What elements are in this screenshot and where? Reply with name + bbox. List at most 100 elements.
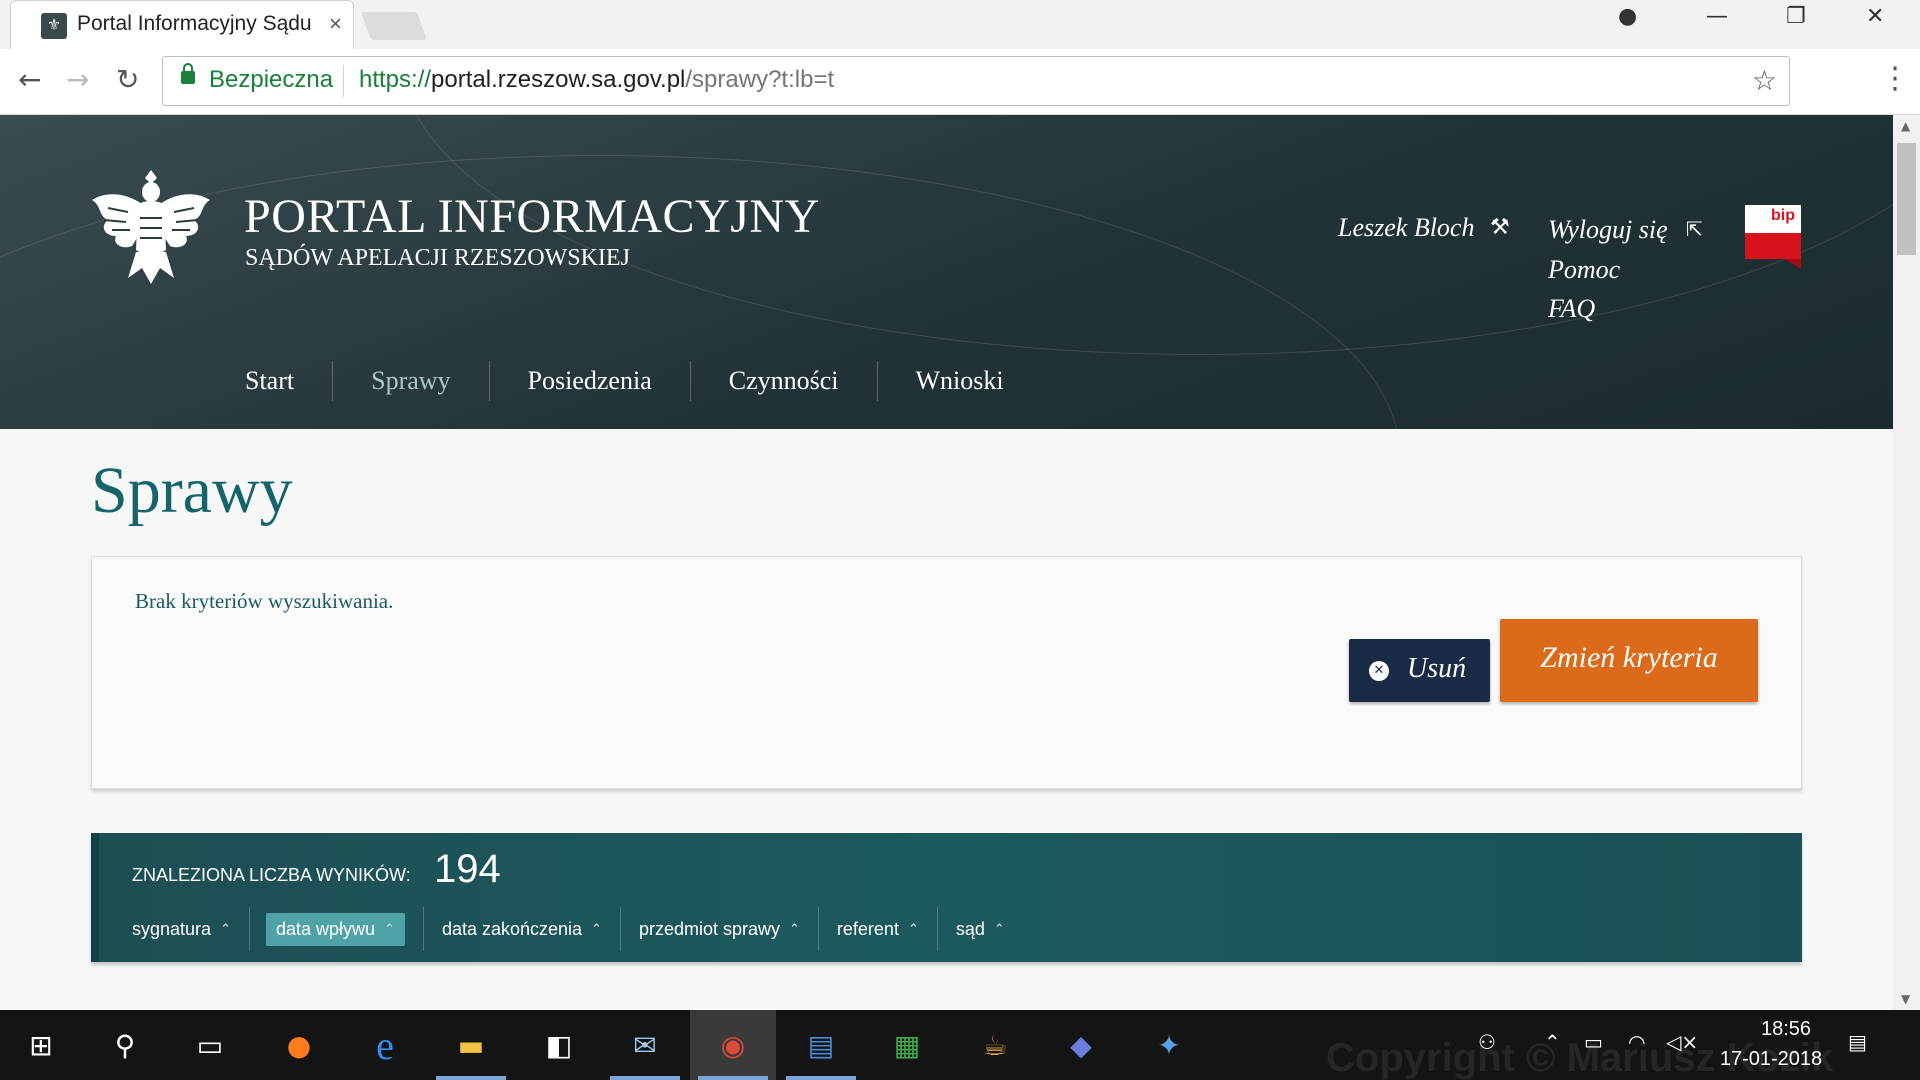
results-count-label: ZNALEZIONA LICZBA WYNIKÓW: [132,865,411,885]
sort-data-zakonczenia[interactable]: data zakończenia ⌃ [442,919,602,940]
tray-chevron-icon[interactable]: ⌃ [1544,1030,1561,1054]
sort-separator [248,907,250,951]
url-separator [343,65,344,97]
results-header: ZNALEZIONA LICZBA WYNIKÓW: 194 sygnatura… [91,833,1802,962]
sort-up-icon: ⌃ [384,921,395,937]
site-subtitle: SĄDÓW APELACJI RZESZOWSKIEJ [245,245,630,271]
task-view-icon[interactable]: ▭ [187,1022,233,1068]
sort-separator [936,907,938,951]
forward-icon[interactable]: → [66,63,89,96]
back-icon[interactable]: ← [18,63,41,96]
java-icon[interactable]: ☕ [972,1022,1018,1068]
sort-bar: sygnatura ⌃ data wpływu ⌃ data zakończenia… [132,907,1005,951]
search-criteria-panel: Brak kryteriów wyszukiwania. ✕ Usuń Zmie… [91,556,1802,789]
secure-label: Bezpieczna [209,66,334,93]
page-scrollbar[interactable]: ▲ ▼ [1893,115,1920,1010]
remove-circle-icon: ✕ [1369,661,1389,681]
url-protocol: https:// [359,66,432,93]
page-viewport: PORTAL INFORMACYJNY SĄDÓW APELACJI RZESZ… [0,115,1893,1010]
site-title: PORTAL INFORMACYJNY [244,190,820,243]
sort-label: referent [836,918,899,939]
criteria-message: Brak kryteriów wyszukiwania. [135,589,394,613]
change-button-label: Zmień kryteria [1540,641,1718,674]
sort-label: sąd [955,918,985,939]
tab-title: Portal Informacyjny Sądu [77,12,312,35]
firefox-icon[interactable]: ● [276,1022,322,1068]
windows-start-icon[interactable]: ⊞ [18,1022,64,1068]
writer-icon[interactable]: ▤ [798,1022,844,1068]
store-icon[interactable]: ◧ [536,1022,582,1068]
minimize-icon[interactable]: — [1706,4,1728,29]
change-criteria-button[interactable]: Zmień kryteria [1500,619,1758,702]
nav-posiedzenia[interactable]: Posiedzenia [488,361,690,401]
app-icon[interactable]: ◆ [1058,1022,1104,1068]
faq-link[interactable]: FAQ [1548,294,1595,324]
sort-przedmiot-sprawy[interactable]: przedmiot sprawy ⌃ [639,919,800,940]
sort-sygnatura[interactable]: sygnatura ⌃ [132,919,231,940]
scroll-down-icon[interactable]: ▼ [1901,992,1910,1006]
sort-label: data zakończenia [441,918,583,939]
chrome-icon[interactable]: ◉ [710,1022,756,1068]
url-text[interactable]: https://portal.rzeszow.sa.gov.pl/sprawy?… [359,66,834,94]
nav-wnioski[interactable]: Wnioski [876,361,1042,401]
sort-data-wplywu[interactable]: data wpływu ⌃ [265,912,405,946]
sort-label: przedmiot sprawy [638,918,780,939]
logout-link[interactable]: Wyloguj się [1548,215,1668,245]
sort-up-icon: ⌃ [591,921,602,937]
scroll-up-icon[interactable]: ▲ [1901,119,1910,133]
explorer-open-indicator [436,1076,506,1080]
profile-icon[interactable]: ● [1618,4,1637,29]
main-navigation: Start Sprawy Posiedzenia Czynności Wnios… [245,361,1042,401]
bip-flag-red [1745,233,1801,259]
sort-sad[interactable]: sąd ⌃ [956,919,1005,940]
eagle-emblem-icon [92,170,210,284]
sort-up-icon: ⌃ [907,921,919,937]
eagle-app-icon[interactable]: ✦ [1146,1022,1192,1068]
sort-up-icon: ⌃ [220,921,231,937]
sort-up-icon: ⌃ [993,921,1005,937]
sort-separator [619,907,621,951]
address-bar[interactable]: Bezpieczna https://portal.rzeszow.sa.gov… [162,56,1790,106]
chrome-open-indicator [698,1076,768,1080]
wifi-icon[interactable]: ◠ [1628,1030,1645,1054]
bip-label: bip [1771,207,1795,224]
clock-date[interactable]: 17-01-2018 [1706,1048,1836,1071]
edge-icon[interactable]: e [362,1022,408,1068]
mail-icon[interactable]: ✉ [622,1022,668,1068]
browser-menu-icon[interactable]: ⋮ [1880,61,1910,96]
nav-sprawy[interactable]: Sprawy [332,361,488,401]
sort-referent[interactable]: referent ⌃ [837,919,919,940]
sort-label: data wpływu [275,918,376,939]
browser-tab-strip: ⚜ Portal Informacyjny Sądu × ● — ❐ ✕ [0,0,1920,49]
nav-czynnosci[interactable]: Czynności [689,361,877,401]
delete-criteria-button[interactable]: ✕ Usuń [1349,639,1490,702]
browser-tab[interactable]: ⚜ Portal Informacyjny Sądu × [10,0,354,49]
user-name-link[interactable]: Leszek Bloch [1338,213,1474,243]
results-count: 194 [434,847,501,891]
tab-close-icon[interactable]: × [329,11,342,37]
nav-start[interactable]: Start [245,361,332,401]
site-header: PORTAL INFORMACYJNY SĄDÓW APELACJI RZESZ… [0,115,1893,429]
sort-up-icon: ⌃ [789,921,800,937]
calc-icon[interactable]: ▦ [884,1022,930,1068]
help-link[interactable]: Pomoc [1548,255,1620,285]
url-path: /sprawy?t:lb=t [685,66,835,93]
clock-time[interactable]: 18:56 [1736,1018,1836,1041]
url-host: portal.rzeszow.sa.gov.pl [431,66,686,93]
action-center-icon[interactable]: ▤ [1848,1030,1867,1054]
bookmark-star-icon[interactable]: ☆ [1752,64,1777,97]
battery-icon[interactable]: ▭ [1584,1030,1603,1054]
search-icon[interactable]: ⚲ [102,1022,148,1068]
scroll-thumb[interactable] [1897,143,1916,255]
restore-icon[interactable]: ❐ [1786,4,1806,29]
new-tab-button[interactable] [360,12,428,40]
logout-icon[interactable]: ⇱ [1686,217,1703,241]
reload-icon[interactable]: ↻ [116,63,139,96]
people-icon[interactable]: ⚇ [1478,1030,1496,1054]
file-explorer-icon[interactable]: ▬ [448,1022,494,1068]
volume-muted-icon[interactable]: ◁× [1666,1030,1698,1054]
bip-logo[interactable]: bip [1745,205,1801,269]
close-window-icon[interactable]: ✕ [1866,4,1884,29]
page-title: Sprawy [91,454,293,527]
user-settings-icon[interactable]: ⚒ [1490,215,1510,240]
